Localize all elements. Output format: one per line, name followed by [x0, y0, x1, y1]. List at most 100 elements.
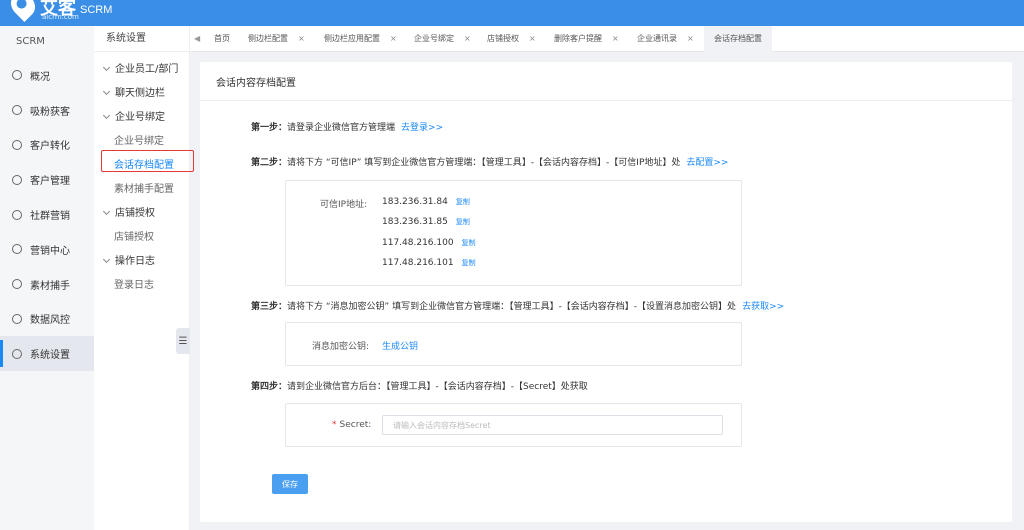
step-text: 请将下方 “消息加密公钥” 填写到企业微信官方管理端：【管理工具】-【会话内容存… [287, 302, 737, 312]
shield-icon [12, 313, 22, 324]
subnav-group-shop[interactable]: 店铺授权 [94, 202, 189, 226]
tab-label: 企业号绑定 [414, 34, 454, 43]
brand-name: SCRM [80, 4, 113, 16]
tab-archive-config[interactable]: 会话存档配置 [704, 26, 772, 52]
subnav-group-label: 店铺授权 [115, 208, 155, 219]
ip-row: 117.48.216.101 复制 [382, 258, 476, 268]
tab-label: 店铺授权 [487, 34, 519, 43]
nav-title: SCRM [16, 36, 45, 47]
tab-label: 企业通讯录 [637, 34, 677, 43]
logo-pin-icon [6, 0, 40, 22]
step-label: 第二步： [251, 158, 288, 168]
subnav-item-shop-auth[interactable]: 店铺授权 [94, 226, 189, 250]
secret-box: * Secret: [285, 403, 742, 447]
subnav-item-login-log[interactable]: 登录日志 [94, 274, 189, 298]
nav-item-material[interactable]: 素材捕手 [0, 267, 94, 302]
public-key-box: 消息加密公钥: 生成公钥 [285, 322, 742, 366]
step-label: 第三步： [251, 302, 288, 312]
copy-button[interactable]: 复制 [456, 198, 470, 206]
close-icon[interactable]: × [529, 34, 536, 43]
get-key-link[interactable]: 去获取>> [742, 302, 784, 312]
marketing-icon [12, 244, 22, 255]
subnav-group-logs[interactable]: 操作日志 [94, 250, 189, 274]
nav-item-customers[interactable]: 客户管理 [0, 162, 94, 197]
nav-item-risk[interactable]: 数据风控 [0, 302, 94, 337]
menu-fold-icon: ☰ [178, 335, 188, 347]
close-icon[interactable]: × [612, 34, 619, 43]
trusted-ip-box: 可信IP地址: 183.236.31.84 复制 183.236.31.85 复制 … [285, 180, 742, 286]
configure-link[interactable]: 去配置>> [686, 158, 728, 168]
subnav-group-staff[interactable]: 企业员工/部门 [94, 58, 189, 82]
step-1: 第一步：请登录企业微信官方管理端 去登录>> [251, 120, 443, 133]
logo[interactable]: 艾客 aicrm.com [6, 0, 86, 26]
tab-label: 侧边栏应用配置 [324, 34, 380, 43]
user-add-icon [12, 105, 22, 116]
subnav-title: 系统设置 [94, 26, 189, 52]
login-link[interactable]: 去登录>> [401, 123, 443, 133]
trusted-ip-label: 可信IP地址: [320, 200, 368, 210]
subnav-group-label: 聊天侧边栏 [115, 88, 165, 99]
close-icon[interactable]: × [464, 34, 471, 43]
nav-item-convert[interactable]: 客户转化 [0, 128, 94, 163]
secret-input[interactable] [382, 415, 723, 435]
subnav-group-sidebar[interactable]: 聊天侧边栏 [94, 82, 189, 106]
material-icon [12, 279, 22, 290]
tab-corp-binding[interactable]: 企业号绑定 × [414, 26, 471, 52]
archive-config-card: 会话内容存档配置 第一步：请登录企业微信官方管理端 去登录>> 第二步： 请将下方 … [200, 62, 1012, 522]
copy-button[interactable]: 复制 [462, 239, 476, 247]
tab-label: 删除客户提醒 [554, 34, 602, 43]
nav-item-acquire[interactable]: 吸粉获客 [0, 93, 94, 128]
nav-item-label: 素材捕手 [30, 280, 70, 292]
required-mark: * [332, 420, 337, 430]
step-label: 第一步： [251, 123, 288, 133]
customers-icon [12, 174, 22, 185]
tab-sidebar-app-config[interactable]: 侧边栏应用配置 × [324, 26, 397, 52]
generate-key-link[interactable]: 生成公钥 [382, 339, 418, 352]
chevron-down-icon [102, 111, 111, 120]
nav-item-label: 系统设置 [30, 350, 70, 362]
tab-delete-reminder[interactable]: 删除客户提醒 × [554, 26, 619, 52]
gear-icon [12, 348, 22, 359]
nav-item-overview[interactable]: 概况 [0, 58, 94, 93]
step-text: 请到企业微信官方后台：【管理工具】-【会话内容存档】-【Secret】处获取 [287, 382, 588, 392]
tab-home[interactable]: 首页 [214, 26, 230, 52]
chevron-down-icon [102, 207, 111, 216]
ip-address: 117.48.216.101 [382, 258, 454, 268]
subnav-group-label: 操作日志 [115, 256, 155, 267]
close-icon[interactable]: × [298, 34, 305, 43]
group-icon [12, 209, 22, 220]
page-title: 会话内容存档配置 [216, 78, 296, 89]
secret-label: * Secret: [332, 420, 371, 430]
nav-item-community[interactable]: 社群营销 [0, 197, 94, 232]
tab-scroll-left-icon[interactable]: ◀ [194, 26, 200, 52]
tab-label: 侧边栏配置 [248, 34, 288, 43]
nav-item-marketing[interactable]: 营销中心 [0, 232, 94, 267]
tab-contacts[interactable]: 企业通讯录 × [637, 26, 694, 52]
subnav-item-material-config[interactable]: 素材捕手配置 [94, 178, 189, 202]
chevron-down-icon [102, 255, 111, 264]
save-button[interactable]: 保存 [272, 474, 308, 494]
nav-item-label: 概况 [30, 71, 50, 83]
copy-button[interactable]: 复制 [462, 259, 476, 267]
convert-icon [12, 139, 22, 150]
close-icon[interactable]: × [390, 34, 397, 43]
nav-item-label: 客户转化 [30, 141, 70, 153]
step-label: 第四步： [251, 382, 288, 392]
step-4: 第四步：请到企业微信官方后台：【管理工具】-【会话内容存档】-【Secret】处… [251, 379, 588, 392]
subnav-group-label: 企业员工/部门 [115, 64, 179, 75]
tab-sidebar-config[interactable]: 侧边栏配置 × [248, 26, 305, 52]
nav-item-settings[interactable]: 系统设置 [0, 336, 94, 372]
chevron-down-icon [102, 63, 111, 72]
public-key-label: 消息加密公钥: [312, 342, 370, 352]
tab-bar: ◀ 首页 侧边栏配置 × 侧边栏应用配置 × 企业号绑定 × 店铺授权 × 删除客户提醒… [190, 26, 1024, 52]
subnav-group-binding[interactable]: 企业号绑定 [94, 106, 189, 130]
ip-address: 117.48.216.100 [382, 238, 454, 248]
tab-label: 会话存档配置 [714, 34, 762, 43]
ip-row: 183.236.31.85 复制 [382, 217, 470, 227]
nav-item-label: 营销中心 [30, 245, 70, 257]
copy-button[interactable]: 复制 [456, 218, 470, 226]
ip-row: 183.236.31.84 复制 [382, 197, 470, 207]
collapse-sidebar-button[interactable]: ☰ [176, 328, 190, 354]
close-icon[interactable]: × [687, 34, 694, 43]
tab-shop-auth[interactable]: 店铺授权 × [487, 26, 536, 52]
